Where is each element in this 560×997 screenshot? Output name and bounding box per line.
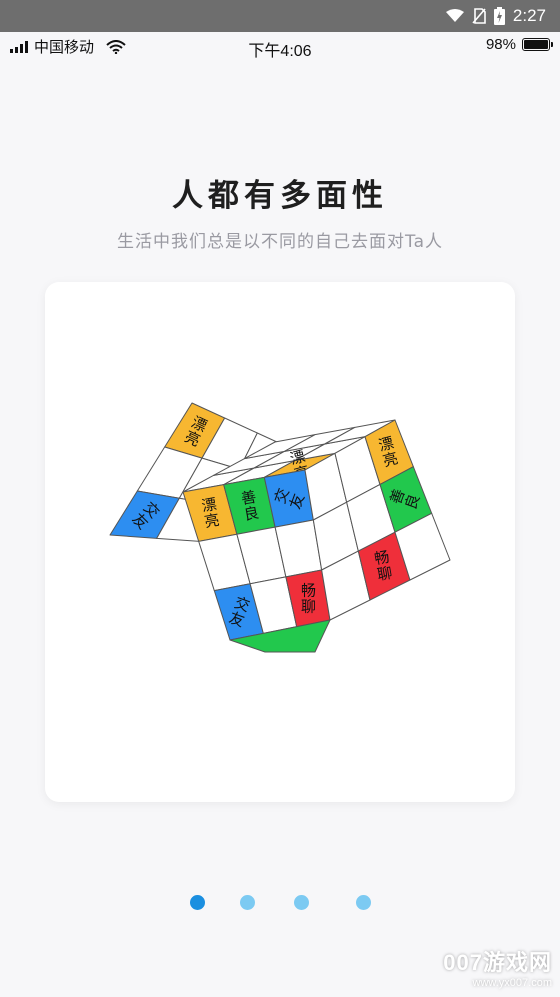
page-dot-1[interactable] [190, 895, 205, 910]
svg-text:亮: 亮 [203, 511, 221, 531]
watermark-brand: 007游戏网 [443, 950, 552, 975]
wifi-icon [445, 9, 464, 22]
cube-tile-label: 畅聊 [301, 581, 316, 615]
page-subtitle: 生活中我们总是以不同的自己去面对Ta人 [117, 232, 443, 252]
system-bar: 2:27 [0, 0, 560, 32]
page-dot-3[interactable] [294, 895, 309, 910]
svg-text:聊: 聊 [376, 564, 394, 584]
watermark: 007游戏网 www.yx007.com [443, 945, 552, 989]
status-bar: 中国移动 下午4:06 98% [0, 32, 560, 60]
status-time: 下午4:06 [248, 43, 312, 60]
system-time: 2:27 [512, 6, 546, 25]
svg-text:良: 良 [242, 504, 260, 524]
page-dot-4[interactable] [356, 895, 371, 910]
no-sim-icon [472, 8, 486, 24]
page-indicator [0, 895, 560, 911]
battery-level-fill [524, 40, 548, 49]
page-dot-2[interactable] [240, 895, 255, 910]
page-title: 人都有多面性 [172, 178, 388, 214]
battery-icon [522, 38, 553, 51]
battery-percent: 98% [485, 36, 516, 53]
rubiks-cube-illustration: 漂亮交友漂亮漂亮善良交友交友畅聊漂亮善良畅聊 [109, 402, 451, 653]
watermark-url: www.yx007.com [472, 977, 552, 989]
illustration-card: 漂亮交友漂亮漂亮善良交友交友畅聊漂亮善良畅聊 [45, 282, 515, 802]
svg-text:聊: 聊 [301, 597, 316, 615]
battery-charging-icon [493, 7, 505, 25]
